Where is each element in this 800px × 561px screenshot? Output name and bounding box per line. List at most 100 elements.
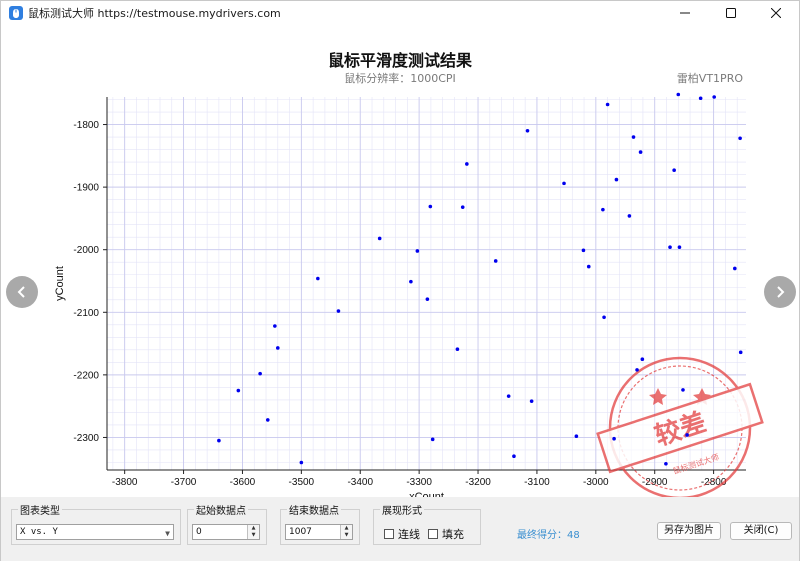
data-point xyxy=(217,438,221,443)
start-point-value: 0 xyxy=(196,527,202,537)
scatter-chart: -3800 -3700 -3600 -3500 -3400 -3300 -3200 -3100… xyxy=(54,92,764,497)
y-tick-label: -1900 xyxy=(73,183,99,194)
chart-type-value: X vs. Y xyxy=(20,527,58,537)
checkbox-icon[interactable] xyxy=(384,529,394,539)
x-tick-label: -3300 xyxy=(406,477,432,488)
end-point-label: 结束数据点 xyxy=(287,502,341,517)
end-point-stepper[interactable]: 1007 ▲ ▼ xyxy=(285,524,353,540)
minimize-icon xyxy=(680,12,690,14)
data-point xyxy=(299,460,304,465)
data-point xyxy=(336,309,341,313)
data-point xyxy=(409,279,413,284)
close-icon xyxy=(771,8,781,18)
app-window: 鼠标测试大师 https://testmouse.mydrivers.com 鼠… xyxy=(0,0,800,561)
x-tick-label: -2900 xyxy=(642,477,668,488)
data-point xyxy=(635,368,639,372)
data-point xyxy=(602,315,606,320)
maximize-icon xyxy=(726,8,736,18)
data-point xyxy=(640,357,645,362)
end-point-value: 1007 xyxy=(289,527,312,537)
next-button[interactable] xyxy=(764,276,796,308)
display-mode-group: 展现形式 连线 填充 xyxy=(373,502,481,545)
y-tick-label: -2000 xyxy=(73,245,99,256)
y-tick-label: -2300 xyxy=(73,433,99,444)
fill-checkbox[interactable]: 填充 xyxy=(428,526,464,542)
y-tick-label: -2200 xyxy=(73,370,99,381)
data-point xyxy=(605,102,610,107)
start-point-label: 起始数据点 xyxy=(194,502,248,517)
end-point-group: 结束数据点 1007 ▲ ▼ xyxy=(280,502,360,545)
chevron-right-icon xyxy=(777,286,785,298)
x-tick-label: -3500 xyxy=(289,477,315,488)
close-window-button[interactable] xyxy=(753,1,799,25)
data-point xyxy=(685,433,689,437)
chevron-left-icon xyxy=(17,286,25,298)
data-point xyxy=(430,437,435,442)
maximize-button[interactable] xyxy=(708,1,754,25)
close-button[interactable]: 关闭(C) xyxy=(730,522,792,540)
plot-area xyxy=(107,97,746,470)
data-point xyxy=(493,259,498,263)
data-point xyxy=(525,128,530,133)
display-mode-label: 展现形式 xyxy=(380,502,424,517)
data-point xyxy=(612,436,616,441)
data-point xyxy=(377,236,382,241)
spin-arrows-icon[interactable]: ▲ ▼ xyxy=(247,525,259,539)
y-axis-title: yCount xyxy=(54,266,66,301)
data-point xyxy=(581,248,586,253)
data-point xyxy=(428,204,433,209)
data-point xyxy=(512,454,516,459)
final-score: 最终得分：48 xyxy=(517,530,580,541)
data-point xyxy=(316,276,320,281)
data-point xyxy=(586,264,591,269)
data-point xyxy=(562,181,566,186)
x-tick-label: -3600 xyxy=(230,477,256,488)
data-point xyxy=(506,394,511,398)
checkbox-icon[interactable] xyxy=(428,529,438,539)
x-tick-label: -3000 xyxy=(583,477,609,488)
y-tick-label: -1800 xyxy=(73,120,99,131)
data-point xyxy=(681,388,685,392)
data-point xyxy=(236,388,241,393)
data-point xyxy=(672,168,676,173)
data-point xyxy=(676,92,681,97)
data-point xyxy=(273,324,277,328)
chevron-down-icon: ▼ xyxy=(165,529,170,538)
data-point xyxy=(460,205,465,209)
save-image-button[interactable]: 另存为图片 xyxy=(657,522,721,540)
data-point xyxy=(529,399,534,403)
data-point xyxy=(601,207,605,212)
chart-type-select[interactable]: X vs. Y ▼ xyxy=(16,524,174,540)
controls-bar: 图表类型 X vs. Y ▼ 起始数据点 0 ▲ ▼ 结束数据点 1007 ▲ ▼ … xyxy=(1,497,799,561)
data-point xyxy=(627,214,632,218)
data-point xyxy=(664,461,668,466)
data-point xyxy=(275,346,280,350)
previous-button[interactable] xyxy=(6,276,38,308)
chart-type-label: 图表类型 xyxy=(18,502,62,517)
line-checkbox[interactable]: 连线 xyxy=(384,526,420,542)
data-point xyxy=(698,96,703,101)
data-point xyxy=(712,95,716,99)
data-point xyxy=(668,245,672,250)
data-point xyxy=(631,135,636,139)
x-tick-label: -3200 xyxy=(465,477,491,488)
x-tick-label: -3400 xyxy=(347,477,373,488)
window-title: 鼠标测试大师 https://testmouse.mydrivers.com xyxy=(28,7,281,20)
title-bar[interactable]: 鼠标测试大师 https://testmouse.mydrivers.com xyxy=(1,1,799,25)
data-point xyxy=(265,418,270,422)
data-point xyxy=(614,177,619,182)
start-point-stepper[interactable]: 0 ▲ ▼ xyxy=(192,524,260,540)
minimize-button[interactable] xyxy=(662,1,708,25)
data-point xyxy=(455,347,460,352)
spin-arrows-icon[interactable]: ▲ ▼ xyxy=(340,525,352,539)
data-point xyxy=(415,249,420,253)
line-option-label: 连线 xyxy=(398,528,420,541)
x-tick-label: -3100 xyxy=(524,477,550,488)
x-tick-label: -3800 xyxy=(112,477,138,488)
start-point-group: 起始数据点 0 ▲ ▼ xyxy=(187,502,267,545)
data-point xyxy=(677,245,682,250)
app-icon xyxy=(9,6,23,20)
data-point xyxy=(738,136,742,141)
data-point xyxy=(733,266,737,271)
data-point xyxy=(425,297,430,301)
